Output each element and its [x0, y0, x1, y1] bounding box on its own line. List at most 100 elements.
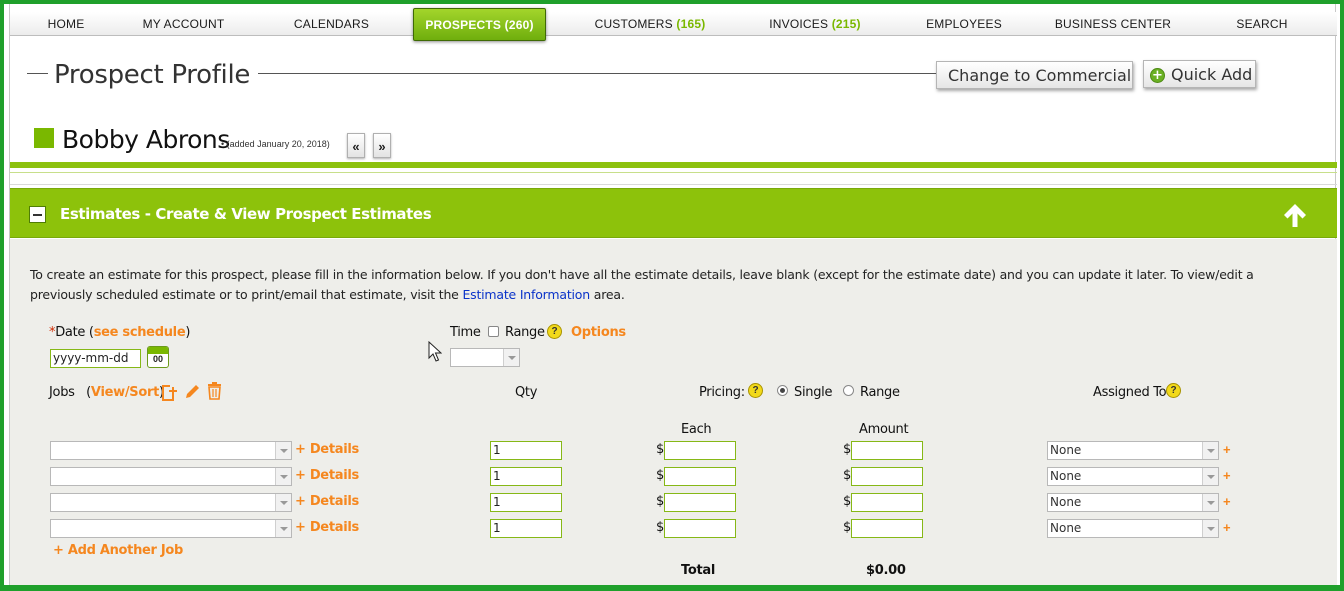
qty-input[interactable]: 1	[490, 519, 562, 538]
change-to-commercial-button[interactable]: Change to Commercial	[936, 61, 1133, 89]
estimate-information-link[interactable]: Estimate Information	[462, 287, 590, 302]
tab-employees[interactable]: EMPLOYEES	[920, 12, 1008, 36]
chevron-down-icon	[275, 520, 291, 537]
range-radio[interactable]	[843, 385, 854, 396]
pricing-label: Pricing:	[699, 385, 745, 400]
qty-input[interactable]: 1	[490, 441, 562, 460]
amount-input[interactable]	[851, 493, 923, 512]
chevron-down-icon	[1202, 520, 1218, 537]
tab-prospects[interactable]: PROSPECTS (260)	[413, 8, 546, 41]
arrow-up-icon[interactable]	[1282, 202, 1308, 228]
amount-input[interactable]	[851, 467, 923, 486]
job-select[interactable]	[50, 493, 292, 512]
add-assignee-icon[interactable]: +	[1223, 442, 1231, 457]
tab-calendars[interactable]: CALENDARS	[280, 12, 383, 36]
collapse-icon[interactable]	[29, 206, 46, 223]
assigned-select[interactable]: None	[1047, 441, 1219, 460]
chevron-down-icon	[1202, 468, 1218, 485]
pencil-icon[interactable]	[184, 383, 201, 400]
range-pricing-label: Range	[860, 385, 900, 400]
assigned-select[interactable]: None	[1047, 493, 1219, 512]
tab-home[interactable]: HOME	[27, 12, 105, 36]
added-date: • (added January 20, 2018)	[221, 139, 330, 149]
page: HOME MY ACCOUNT CALENDARS PROSPECTS (260…	[4, 4, 1340, 585]
divider-thin-grey	[10, 184, 1337, 185]
tab-invoices[interactable]: INVOICES (215)	[765, 12, 865, 36]
trash-icon[interactable]	[207, 382, 222, 400]
chevron-down-icon	[1202, 442, 1218, 459]
amount-label: Amount	[859, 422, 909, 437]
add-assignee-icon[interactable]: +	[1223, 494, 1231, 509]
assigned-to-label: Assigned To	[1093, 385, 1167, 400]
each-price-input[interactable]	[664, 519, 736, 538]
chevron-down-icon	[275, 468, 291, 485]
chevron-down-icon	[275, 442, 291, 459]
calendar-icon[interactable]: 00	[147, 346, 169, 368]
title-rule-left	[27, 73, 48, 74]
add-another-job-link[interactable]: + Add Another Job	[53, 543, 183, 558]
tab-my-account[interactable]: MY ACCOUNT	[132, 12, 235, 36]
intro-text: To create an estimate for this prospect,…	[30, 267, 1254, 302]
range-checkbox[interactable]	[488, 326, 499, 337]
chevron-down-icon	[503, 349, 519, 366]
single-radio[interactable]	[777, 385, 788, 396]
quick-add-button[interactable]: + Quick Add	[1143, 60, 1256, 88]
details-link[interactable]: + Details	[295, 468, 359, 483]
previous-prospect-button[interactable]: «	[347, 133, 365, 158]
title-rule	[258, 73, 936, 74]
time-select[interactable]	[450, 348, 520, 367]
estimates-section-header[interactable]: Estimates - Create & View Prospect Estim…	[10, 188, 1337, 238]
chevron-down-icon	[275, 494, 291, 511]
see-schedule-link[interactable]: see schedule	[94, 325, 186, 340]
date-input[interactable]: yyyy-mm-dd	[50, 349, 141, 368]
tab-customers[interactable]: CUSTOMERS (165)	[590, 12, 710, 36]
range-label: Range	[505, 325, 545, 340]
details-link[interactable]: + Details	[295, 442, 359, 457]
single-label: Single	[794, 385, 833, 400]
prospect-name: Bobby Abrons	[62, 125, 230, 154]
each-price-input[interactable]	[664, 467, 736, 486]
chevron-down-icon	[1202, 494, 1218, 511]
next-prospect-button[interactable]: »	[373, 133, 391, 158]
page-title: Prospect Profile	[54, 60, 251, 90]
section-title: Estimates - Create & View Prospect Estim…	[60, 205, 432, 223]
divider-thin	[10, 172, 1337, 173]
assigned-select[interactable]: None	[1047, 467, 1219, 486]
jobs-label: Jobs (View/Sort)	[49, 385, 164, 400]
tab-business-center[interactable]: BUSINESS CENTER	[1053, 12, 1173, 36]
pricing-help-icon[interactable]: ?	[748, 383, 763, 398]
date-label: *Date (see schedule)	[49, 325, 191, 340]
time-label: Time	[450, 325, 481, 340]
details-link[interactable]: + Details	[295, 520, 359, 535]
options-link[interactable]: Options	[571, 325, 626, 340]
total-value: $0.00	[866, 563, 906, 578]
top-nav: HOME MY ACCOUNT CALENDARS PROSPECTS (260…	[10, 8, 1337, 41]
tab-search[interactable]: SEARCH	[1232, 12, 1292, 36]
job-select[interactable]	[50, 467, 292, 486]
assigned-select[interactable]: None	[1047, 519, 1219, 538]
add-assignee-icon[interactable]: +	[1223, 468, 1231, 483]
add-job-icon[interactable]	[160, 383, 180, 401]
add-assignee-icon[interactable]: +	[1223, 520, 1231, 535]
mouse-cursor-icon	[428, 341, 442, 362]
qty-input[interactable]: 1	[490, 467, 562, 486]
qty-input[interactable]: 1	[490, 493, 562, 512]
divider-green	[10, 162, 1337, 168]
details-link[interactable]: + Details	[295, 494, 359, 509]
main-content: HOME MY ACCOUNT CALENDARS PROSPECTS (260…	[9, 4, 1337, 585]
each-price-input[interactable]	[664, 493, 736, 512]
amount-input[interactable]	[851, 441, 923, 460]
plus-circle-icon: +	[1150, 68, 1165, 83]
time-help-icon[interactable]: ?	[547, 324, 562, 339]
each-label: Each	[681, 422, 712, 437]
view-sort-link[interactable]: View/Sort	[91, 385, 159, 400]
estimate-form-panel: To create an estimate for this prospect,…	[10, 239, 1337, 585]
job-select[interactable]	[50, 441, 292, 460]
assigned-help-icon[interactable]: ?	[1166, 383, 1181, 398]
total-label: Total	[681, 563, 716, 578]
quick-add-label: Quick Add	[1171, 65, 1253, 84]
amount-input[interactable]	[851, 519, 923, 538]
each-price-input[interactable]	[664, 441, 736, 460]
job-select[interactable]	[50, 519, 292, 538]
status-square-icon	[34, 128, 54, 148]
